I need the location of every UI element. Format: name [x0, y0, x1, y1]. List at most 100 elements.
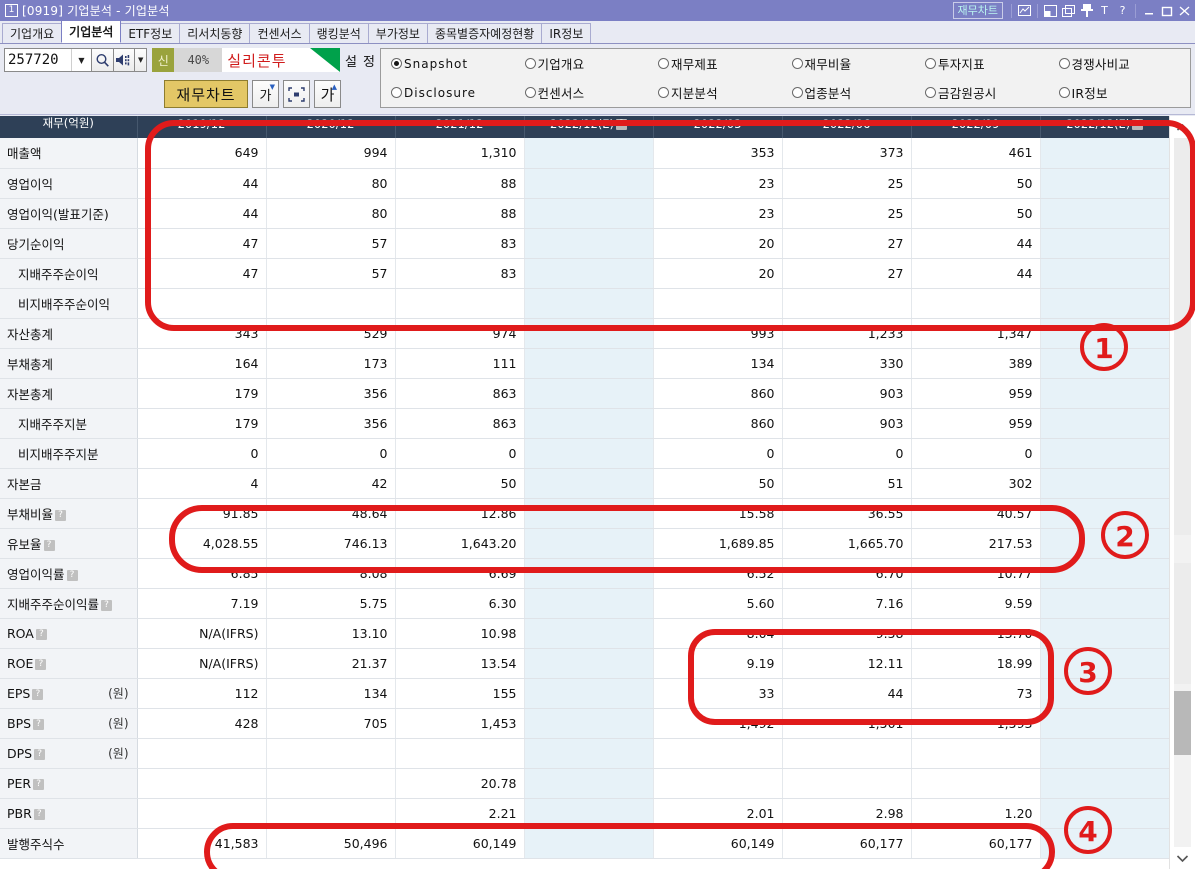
radio-sector-analysis[interactable]: 업종분석: [786, 83, 920, 102]
radio-company-overview[interactable]: 기업개요: [519, 54, 653, 73]
table-header-row: 재무(억원) 2019/12 2020/12 2021/12 2022/12(E…: [0, 116, 1169, 138]
speaker-icon[interactable]: [113, 48, 136, 72]
table-cell: [524, 528, 654, 559]
radio-ownership-analysis[interactable]: 지분분석: [652, 83, 786, 102]
table-row: 지배주주순이익률? 7.19 5.75 6.30 5.60 7.16 9.59: [0, 588, 1169, 619]
search-icon[interactable]: [92, 48, 114, 72]
radio-competitor-comparison[interactable]: 경쟁사비교: [1053, 54, 1187, 73]
help-icon[interactable]: ?: [101, 599, 113, 611]
chevron-down-icon[interactable]: ▼: [71, 49, 91, 71]
toolbar-row-search: ▼ ▼ 신 40% 실리콘투 설 정: [4, 47, 376, 73]
radio-fss-disclosure[interactable]: 금감원공시: [919, 83, 1053, 102]
minimize-icon[interactable]: [1140, 3, 1157, 19]
radio-ir-info[interactable]: IR정보: [1053, 83, 1187, 102]
window-number-badge: 1: [5, 4, 18, 17]
tab-company-analysis[interactable]: 기업분석: [61, 20, 122, 43]
tab-company-overview[interactable]: 기업개요: [2, 23, 63, 43]
help-icon[interactable]: ?: [35, 658, 47, 670]
row-label: 발행주식수: [0, 828, 138, 859]
font-increase-icon[interactable]: 가 ▲: [314, 80, 341, 108]
cascade-icon[interactable]: [1060, 3, 1077, 19]
maximize-icon[interactable]: [1158, 3, 1175, 19]
stock-code-input[interactable]: [5, 50, 71, 70]
table-cell: [1040, 198, 1169, 229]
help-icon[interactable]: ?: [66, 569, 78, 581]
font-decrease-icon[interactable]: 가 ▼: [252, 80, 279, 108]
table-cell: [653, 288, 783, 319]
column-header-2022-12e-annual[interactable]: 2022/12(E)?: [524, 116, 654, 138]
column-header-2022-03[interactable]: 2022/03: [653, 116, 783, 138]
row-label: 지배주주순이익: [0, 258, 138, 289]
column-header-label: 2020/12: [306, 117, 355, 131]
tab-consensus[interactable]: 컨센서스: [249, 23, 310, 43]
tab-capital-increase[interactable]: 종목별증자예정현황: [426, 23, 543, 43]
table-cell: [137, 798, 267, 829]
scrollbar-track[interactable]: [1174, 138, 1191, 847]
scrollbar-thumb[interactable]: [1174, 691, 1191, 755]
help-icon[interactable]: ?: [33, 808, 45, 820]
table-cell: [1040, 498, 1169, 529]
tab-etf-info[interactable]: ETF정보: [120, 23, 181, 43]
table-cell: [1040, 678, 1169, 709]
column-header-2022-06[interactable]: 2022/06: [782, 116, 912, 138]
radio-financial-statements[interactable]: 재무제표: [652, 54, 786, 73]
help-icon[interactable]: ?: [616, 119, 627, 130]
column-header-2019-12[interactable]: 2019/12: [137, 116, 267, 138]
help-icon[interactable]: ?: [35, 628, 47, 640]
fit-to-screen-icon[interactable]: [283, 80, 310, 108]
stock-name-banner[interactable]: 신 40% 실리콘투: [152, 48, 340, 72]
table-row: 영업이익(발표기준) 44 80 88 23 25 50: [0, 198, 1169, 229]
column-header-2021-12[interactable]: 2021/12: [395, 116, 525, 138]
column-header-2020-12[interactable]: 2020/12: [266, 116, 396, 138]
column-header-2022-12e-quarterly[interactable]: 2022/12(E)?: [1040, 116, 1169, 138]
settings-label[interactable]: 설 정: [345, 48, 376, 72]
radio-indicator: [925, 87, 936, 98]
table-cell: [1040, 588, 1169, 619]
toolbar: ▼ ▼ 신 40% 실리콘투 설 정: [0, 44, 1195, 115]
chevron-down-icon[interactable]: [1171, 847, 1195, 869]
table-cell: 1,492: [653, 708, 783, 739]
tab-ranking-analysis[interactable]: 랭킹분석: [308, 23, 369, 43]
help-icon[interactable]: ?: [34, 748, 46, 760]
radio-investment-indicators[interactable]: 투자지표: [919, 54, 1053, 73]
speaker-dropdown-icon[interactable]: ▼: [135, 48, 148, 72]
help-icon[interactable]: ?: [43, 539, 55, 551]
column-header-2022-09[interactable]: 2022/09: [911, 116, 1041, 138]
chevron-up-icon[interactable]: [1171, 116, 1195, 138]
table-cell: [524, 678, 654, 709]
row-label-text: 지배주주순이익률: [7, 596, 100, 612]
table-cell: 373: [782, 138, 912, 169]
vertical-scrollbar[interactable]: [1169, 116, 1195, 869]
radio-disclosure[interactable]: Disclosure: [385, 86, 519, 100]
tab-ir-info[interactable]: IR정보: [541, 23, 592, 43]
radio-financial-ratios[interactable]: 재무비율: [786, 54, 920, 73]
row-label: 지배주주지분: [0, 408, 138, 439]
tab-research-trends[interactable]: 리서치동향: [179, 23, 251, 43]
radio-consensus[interactable]: 컨센서스: [519, 83, 653, 102]
text-icon[interactable]: T: [1096, 3, 1113, 19]
help-icon[interactable]: ?: [1132, 119, 1144, 130]
financial-chart-button[interactable]: 재무차트: [164, 80, 248, 108]
stock-code-combo[interactable]: ▼: [4, 48, 92, 72]
table-cell: 994: [266, 138, 396, 169]
close-icon[interactable]: [1176, 3, 1193, 19]
radio-snapshot[interactable]: Snapshot: [385, 57, 519, 71]
restore-icon[interactable]: [1042, 3, 1059, 19]
help-icon[interactable]: ?: [32, 688, 44, 700]
help-icon[interactable]: ?: [33, 778, 45, 790]
help-icon[interactable]: ?: [55, 509, 67, 521]
help-icon[interactable]: ?: [1114, 3, 1131, 19]
pin-icon[interactable]: [1078, 3, 1095, 19]
titlebar-financial-chart-button[interactable]: 재무차트: [952, 2, 1003, 19]
table-cell: 649: [137, 138, 267, 169]
tab-additional-info[interactable]: 부가정보: [367, 23, 428, 43]
table-cell: 179: [137, 408, 267, 439]
table-cell: 21.37: [266, 648, 396, 679]
help-icon[interactable]: ?: [33, 718, 45, 730]
radio-label: Snapshot: [404, 56, 469, 71]
line-chart-icon[interactable]: [1016, 3, 1033, 19]
radio-indicator: [925, 58, 936, 69]
row-label: 자본금: [0, 468, 138, 499]
table-cell: 48.64: [266, 498, 396, 529]
table-cell: 217.53: [911, 528, 1041, 559]
